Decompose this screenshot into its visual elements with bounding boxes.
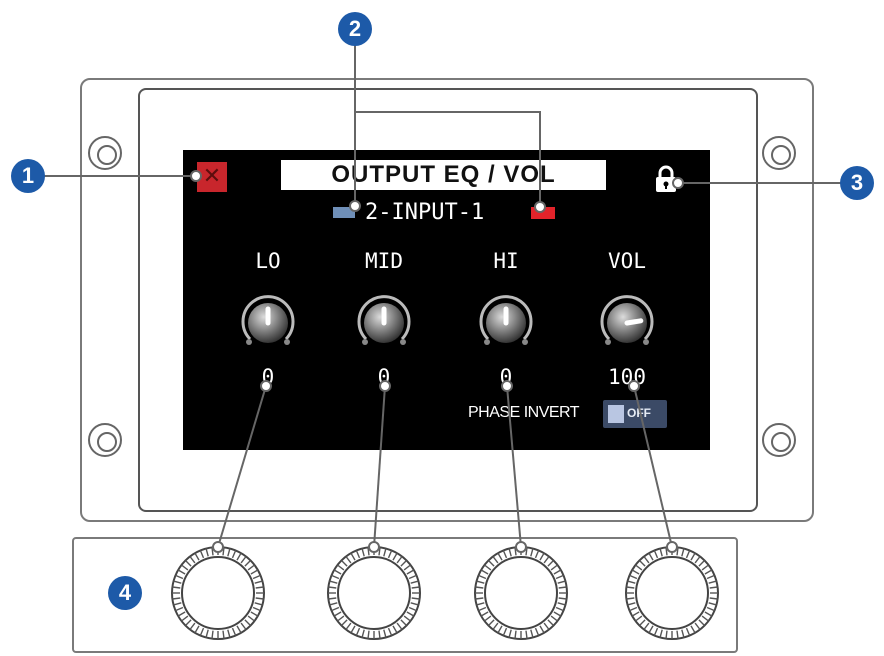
knob-label-lo: LO (255, 249, 281, 273)
callout-4: 4 (108, 576, 142, 610)
toggle-thumb (608, 405, 624, 423)
screw-icon (762, 136, 796, 170)
toggle-state: OFF (627, 406, 651, 420)
encoder-knob-3[interactable] (473, 545, 569, 641)
screw-icon (762, 423, 796, 457)
knob-value-lo: 0 (261, 365, 275, 389)
knob-value-mid: 0 (377, 365, 391, 389)
knob-label-mid: MID (365, 249, 403, 273)
channel-color-swatch (333, 207, 355, 218)
knob-vol[interactable] (599, 295, 655, 351)
input-name: 2-INPUT-1 (365, 200, 485, 225)
knob-label-hi: HI (493, 249, 519, 273)
screw-icon (88, 423, 122, 457)
screw-icon (88, 136, 122, 170)
callout-3: 3 (840, 166, 874, 200)
knob-label-vol: VOL (608, 249, 646, 273)
knob-mid[interactable] (356, 295, 412, 351)
phase-invert-label: PHASE INVERT (468, 404, 580, 421)
knob-value-vol: 100 (608, 365, 646, 389)
close-button[interactable]: ✕ (197, 162, 227, 192)
knob-hi[interactable] (478, 295, 534, 351)
encoder-knob-2[interactable] (326, 545, 422, 641)
callout-2: 2 (338, 12, 372, 46)
display-screen: ✕ OUTPUT EQ / VOL 2-INPUT-1 LO MID HI VO… (183, 150, 710, 450)
input-selector: 2-INPUT-1 (333, 199, 573, 227)
encoder-knob-1[interactable] (170, 545, 266, 641)
lock-icon[interactable] (653, 164, 679, 194)
callout-1: 1 (11, 159, 45, 193)
knob-lo[interactable] (240, 295, 296, 351)
knob-value-hi: 0 (499, 365, 513, 389)
encoder-knob-4[interactable] (624, 545, 720, 641)
phase-invert-toggle[interactable]: OFF (603, 400, 667, 428)
page-title: OUTPUT EQ / VOL (281, 160, 606, 190)
channel-color-swatch (531, 207, 555, 219)
